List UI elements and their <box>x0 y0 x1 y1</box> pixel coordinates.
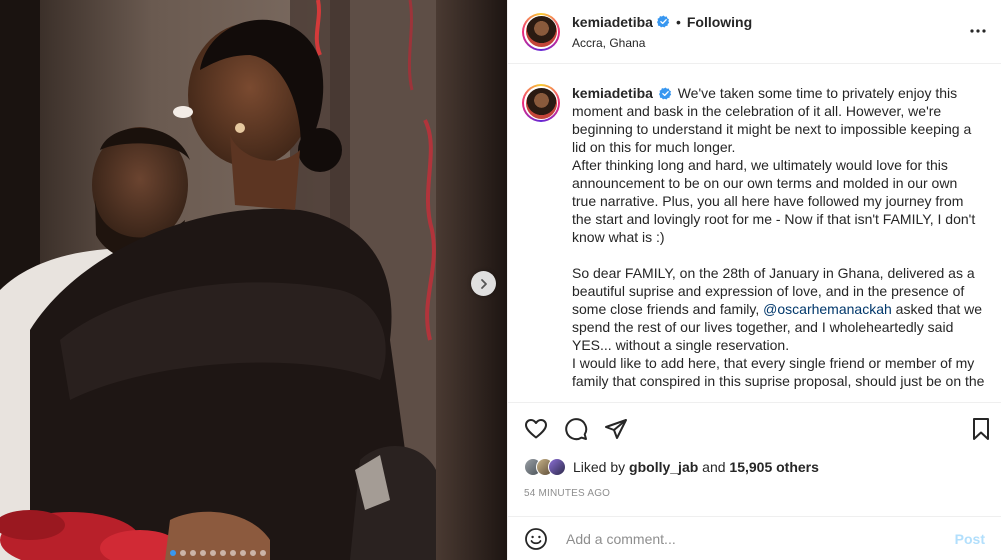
more-horizontal-icon[interactable] <box>969 22 987 40</box>
post-photo <box>0 0 507 560</box>
heart-icon[interactable] <box>524 417 548 441</box>
mention-link[interactable]: @oscarhemanackah <box>763 301 892 317</box>
comment-bar: Post <box>508 516 1001 560</box>
caption-text: kemiadetiba We've taken some time to pri… <box>572 84 985 402</box>
likes-and: and <box>702 459 726 475</box>
chevron-right-icon <box>480 278 487 289</box>
post-timestamp[interactable]: 54 MINUTES AGO <box>508 480 1001 506</box>
comment-icon[interactable] <box>564 417 588 441</box>
author-username[interactable]: kemiadetiba <box>572 15 653 29</box>
carousel-dot <box>250 550 256 556</box>
likes-row: Liked by gbolly_jab and 15,905 others <box>508 454 1001 480</box>
post-details-panel: kemiadetiba • Following Accra, Ghana kem… <box>507 0 1001 560</box>
carousel-dot <box>170 550 176 556</box>
bookmark-icon[interactable] <box>969 417 993 441</box>
caption-paragraph-4: I would like to add here, that every sin… <box>572 355 985 389</box>
next-slide-button[interactable] <box>471 271 496 296</box>
carousel-dot <box>260 550 266 556</box>
likes-prefix: Liked by <box>573 459 626 475</box>
carousel-dot <box>180 550 186 556</box>
caption-paragraph-2: After thinking long and hard, we ultimat… <box>572 157 976 245</box>
carousel-dot <box>190 550 196 556</box>
verified-badge-icon <box>658 87 672 100</box>
carousel-dot <box>240 550 246 556</box>
header-separator: • <box>675 13 681 30</box>
post-comment-button[interactable]: Post <box>955 531 985 547</box>
author-avatar[interactable] <box>522 12 560 51</box>
caption-username[interactable]: kemiadetiba <box>572 85 653 101</box>
instagram-post-modal: kemiadetiba • Following Accra, Ghana kem… <box>0 0 1001 560</box>
share-icon[interactable] <box>604 417 628 441</box>
post-media[interactable] <box>0 0 507 560</box>
author-info: kemiadetiba • Following Accra, Ghana <box>572 15 752 49</box>
liker-avatars[interactable] <box>524 458 566 476</box>
post-header: kemiadetiba • Following Accra, Ghana <box>508 0 1001 64</box>
verified-badge-icon <box>656 15 670 28</box>
likes-count[interactable]: 15,905 others <box>729 459 819 475</box>
emoji-icon[interactable] <box>524 527 548 551</box>
carousel-dot <box>220 550 226 556</box>
caption-section[interactable]: kemiadetiba We've taken some time to pri… <box>508 64 1001 402</box>
carousel-indicators <box>0 550 436 556</box>
likes-text: Liked by gbolly_jab and 15,905 others <box>573 459 819 475</box>
post-location[interactable]: Accra, Ghana <box>572 37 752 49</box>
carousel-dot <box>230 550 236 556</box>
carousel-dot <box>200 550 206 556</box>
action-bar <box>508 402 1001 454</box>
following-button[interactable]: Following <box>687 15 752 29</box>
caption-author-avatar[interactable] <box>522 84 560 122</box>
carousel-dot <box>210 550 216 556</box>
liker-username[interactable]: gbolly_jab <box>629 459 698 475</box>
comment-input[interactable] <box>564 529 955 548</box>
